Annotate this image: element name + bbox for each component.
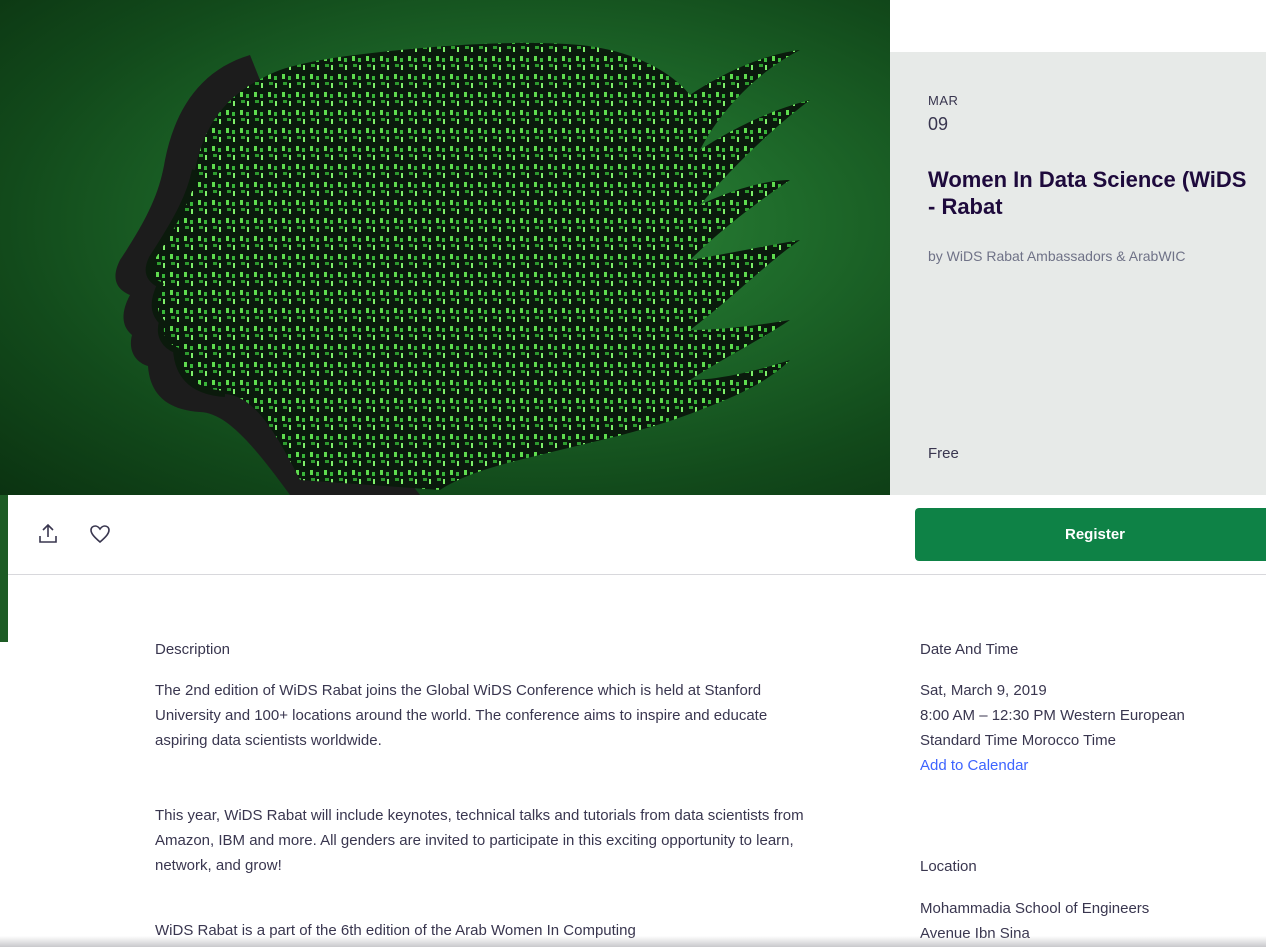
woman-head-silhouette-graphic xyxy=(115,42,810,495)
event-title-line2: - Rabat xyxy=(928,194,1003,219)
location-venue: Mohammadia School of Engineers xyxy=(920,900,1150,917)
event-banner-image xyxy=(0,0,890,495)
heart-icon xyxy=(90,525,110,544)
event-organizer[interactable]: by WiDS Rabat Ambassadors & ArabWIC xyxy=(928,248,1186,264)
event-price: Free xyxy=(928,445,959,462)
event-time: 8:00 AM – 12:30 PM Western European xyxy=(920,707,1185,724)
banner-edge xyxy=(0,495,8,642)
like-button[interactable] xyxy=(88,522,116,550)
share-icon xyxy=(39,523,57,543)
description-heading: Description xyxy=(155,641,231,658)
add-to-calendar-link[interactable]: Add to Calendar xyxy=(920,753,1028,778)
viewport-bottom-shadow xyxy=(0,936,1266,947)
event-month: MAR xyxy=(928,93,959,108)
description-paragraph: The 2nd edition of WiDS Rabat joins the … xyxy=(155,682,768,749)
event-summary-card: MAR 09 Women In Data Science (WiDS - Rab… xyxy=(890,52,1266,495)
event-day: 09 xyxy=(928,114,949,134)
event-timezone: Standard Time Morocco Time xyxy=(920,732,1116,749)
location-heading: Location xyxy=(920,858,977,875)
description-paragraph: This year, WiDS Rabat will include keyno… xyxy=(155,807,804,874)
event-title-line1: Women In Data Science (WiDS xyxy=(928,167,1247,192)
event-date: Sat, March 9, 2019 xyxy=(920,682,1047,699)
date-time-heading: Date And Time xyxy=(920,641,1019,658)
action-bar: Register xyxy=(8,495,1266,575)
register-button[interactable]: Register xyxy=(915,508,1266,561)
event-title: Women In Data Science (WiDS - Rabat xyxy=(928,166,1266,220)
share-button[interactable] xyxy=(36,522,64,550)
